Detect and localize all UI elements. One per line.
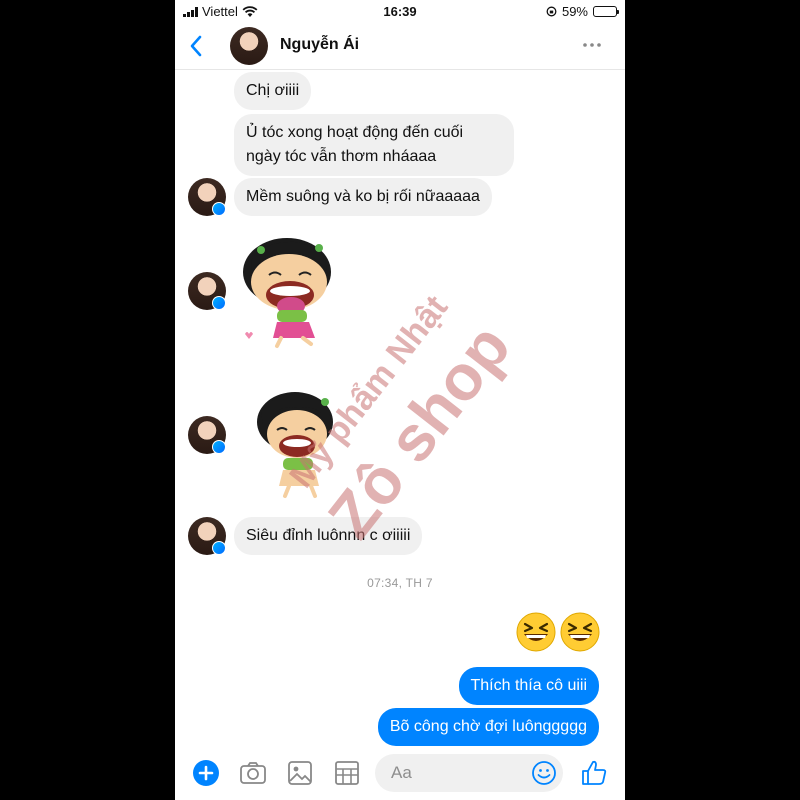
camera-icon[interactable] xyxy=(238,758,268,788)
messenger-badge-icon xyxy=(212,296,226,310)
battery-icon xyxy=(593,6,619,17)
laughing-emoji-icon[interactable] xyxy=(516,612,556,652)
battery-percent: 59% xyxy=(561,4,588,19)
message-bubble[interactable]: Chị ơiiii xyxy=(234,72,312,110)
messenger-badge-icon xyxy=(212,541,226,555)
message-bubble[interactable]: Siêu đỉnh luônnn c ơiiiii xyxy=(234,517,423,555)
message-bubble-outgoing[interactable]: Thích thía cô uiii xyxy=(458,667,599,705)
thumbs-up-icon[interactable] xyxy=(580,758,608,788)
message-input-field[interactable] xyxy=(375,754,563,792)
messenger-badge-icon xyxy=(212,440,226,454)
contact-avatar[interactable] xyxy=(230,27,268,65)
laughing-emoji-icon[interactable] xyxy=(560,612,600,652)
message-bubble[interactable]: Mềm suông và ko bị rối nữaaaaa xyxy=(234,178,492,216)
message-input[interactable] xyxy=(391,762,521,784)
message-timestamp: 07:34, TH 7 xyxy=(367,576,433,590)
contact-name[interactable]: Nguyễn Ái xyxy=(280,36,359,54)
plus-icon[interactable] xyxy=(191,758,221,788)
message-composer xyxy=(175,748,625,800)
orientation-lock-icon xyxy=(546,6,557,17)
gallery-grid-icon[interactable] xyxy=(332,758,362,788)
photo-icon[interactable] xyxy=(285,758,315,788)
conversation-header: Nguyễn Ái xyxy=(175,22,625,70)
message-bubble-outgoing[interactable]: Bõ công chờ đợi luônggggg xyxy=(377,708,599,746)
messenger-screen: Viettel 16:39 59% Nguyễn Ái Chị ơiiii Ủ … xyxy=(175,0,625,800)
message-bubble[interactable]: Ủ tóc xong hoạt động đến cuối ngày tóc v… xyxy=(234,114,514,176)
girl-laughing-sticker[interactable] xyxy=(237,230,347,350)
more-dots-icon[interactable] xyxy=(581,40,603,50)
emoji-smile-icon[interactable] xyxy=(531,760,557,786)
chevron-left-icon[interactable] xyxy=(183,32,211,60)
status-right: 59% xyxy=(546,4,619,19)
messenger-badge-icon xyxy=(212,202,226,216)
girl-cheering-sticker[interactable] xyxy=(253,390,343,500)
status-bar: Viettel 16:39 59% xyxy=(175,0,625,22)
